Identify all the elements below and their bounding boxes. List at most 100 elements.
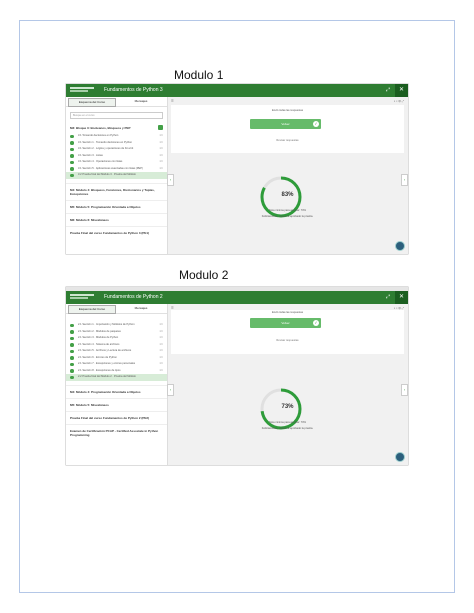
module-list-item[interactable]: Examen de Certificación PCAP - Certified… <box>66 423 167 441</box>
lesson-label: 3.1 Sección 3 · Listas <box>78 153 103 157</box>
prev-arrow[interactable]: ‹ <box>167 174 174 186</box>
back-button-label: Volver <box>281 321 290 325</box>
module-list: M4: Módulo 4: Bloqueos, Funciones, Dicci… <box>66 182 167 239</box>
completed-check-icon <box>70 167 74 171</box>
completed-check-icon <box>70 154 74 158</box>
lesson-label: 2.1 Sección 2 · Módulos de paquetes <box>78 329 121 333</box>
completed-check-icon <box>70 362 74 366</box>
fullscreen-icon[interactable]: ⤢ <box>386 87 390 93</box>
completed-check-icon <box>70 349 74 353</box>
lesson-label: 3.2 Prueba final del Módulo 3 · Prueba d… <box>78 173 136 176</box>
score-percent: 73% <box>281 404 294 410</box>
lesson-label: 2.1 Sección 5 · Archivos y Lectura de ar… <box>78 349 132 352</box>
lesson-label: 3.1 Tomando decisiones en Python <box>78 134 119 137</box>
module-list-item[interactable]: Prueba Final del curso Fundamentos de Py… <box>66 410 167 424</box>
review-answers-link[interactable]: Revisar respuestas <box>171 139 404 142</box>
completed-check-icon <box>70 375 74 379</box>
completed-check-icon <box>70 141 74 145</box>
course-sidebar: Esquema del Curso Mensajes Busque en el … <box>66 97 168 254</box>
menu-icon[interactable]: ☰ <box>171 99 174 103</box>
next-arrow[interactable]: › <box>401 384 408 396</box>
completed-check-icon <box>70 147 74 151</box>
module-2-title: Modulo 2 <box>179 268 229 282</box>
module-2-screenshot: Fundamentos de Python 2 ⤢ ✕ Esquema del … <box>66 287 408 465</box>
module-list: M4: Módulo 4: Programación Orientada a O… <box>66 384 167 441</box>
section-heading[interactable]: M3: Bloque 3: Booleanos, Bloqueos y PEP <box>66 123 167 133</box>
check-icon: ✓ <box>313 320 319 326</box>
lesson-label: 2.1 Sección 3 · Módulos de Python <box>78 336 119 339</box>
tab-messages[interactable]: Mensajes <box>118 98 164 105</box>
section-heading-label: M3: Bloque 3: Booleanos, Bloqueos y PEP <box>70 126 131 130</box>
tab-course-outline[interactable]: Esquema del Curso <box>68 98 116 107</box>
quiz-panel: ☰ ▪ ⌕ ⚙ ⤢ Envió todas las respuestas Vol… <box>167 304 408 465</box>
chat-avatar-icon[interactable] <box>395 241 405 251</box>
lesson-label: 2.1 Sección 8 · Excepciones de tipos <box>78 368 121 372</box>
lesson-label: 2.1 Sección 7 · Excepciones y errores pe… <box>78 362 136 365</box>
completed-check-icon <box>70 323 74 327</box>
course-sidebar: Esquema del Curso Mensajes 2.1 Sección 1… <box>66 304 168 465</box>
completed-check-icon <box>70 336 74 340</box>
lesson-label: 2.1 Sección 6 · Errores de Python <box>78 355 117 359</box>
pass-threshold: Nota mínima para aprobar: 70% <box>269 421 306 424</box>
lesson-label: 3.1 Sección 4 · Operaciones con listas <box>78 160 123 163</box>
quiz-panel: ☰ ▪ ⌕ ⚙ ⤢ Envió todas las respuestas Vol… <box>167 97 408 254</box>
sidebar-tabs: Esquema del Curso Mensajes <box>66 304 167 314</box>
lesson-label: 3.1 Sección 1 · Tomando decisiones en Py… <box>78 140 133 144</box>
close-button[interactable]: ✕ <box>395 84 408 97</box>
lesson-label: 2.1 Sección 4 · Sistema de archivos <box>78 342 120 346</box>
back-button[interactable]: Volver ✓ <box>250 318 321 328</box>
module-list-item[interactable]: M6: Módulo 6: Misceláneos <box>66 212 167 226</box>
completed-check-icon <box>70 343 74 347</box>
result-message: Felicitaciones, Usted ha aprobado la pru… <box>261 427 314 430</box>
chat-avatar-icon[interactable] <box>395 452 405 462</box>
module-list-item[interactable]: M5: Módulo 5: Programación Orientada a O… <box>66 199 167 213</box>
course-title: Fundamentos de Python 2 <box>104 294 163 300</box>
back-button-label: Volver <box>281 122 290 126</box>
completed-check-icon <box>70 369 74 373</box>
lesson-label: 2.1 Sección 1 · Importación y Módulos de… <box>78 323 135 326</box>
question-text: Envió todas las respuestas <box>272 311 303 314</box>
module-list-item[interactable]: M5: Módulo 5: Misceláneos <box>66 397 167 411</box>
completed-check-icon <box>70 160 74 164</box>
module-1-title: Modulo 1 <box>174 68 224 82</box>
lesson-list: 2.1 Sección 1 · Importación y Módulos de… <box>66 322 167 381</box>
back-button[interactable]: Volver ✓ <box>250 119 321 129</box>
course-topbar: Fundamentos de Python 3 ⤢ ✕ <box>66 84 408 97</box>
lesson-label: 3.1 Sección 2 · Lógica y operaciones de … <box>78 147 134 150</box>
sidebar-tabs: Esquema del Curso Mensajes <box>66 97 167 107</box>
fullscreen-icon[interactable]: ⤢ <box>386 294 390 300</box>
course-title: Fundamentos de Python 3 <box>104 87 163 93</box>
completed-check-icon <box>70 134 74 138</box>
lesson-item[interactable]: 2.2 Prueba final del Módulo 2 · Prueba d… <box>66 374 167 381</box>
quiz-summary-card: Envió todas las respuestas Volver ✓ Revi… <box>171 310 404 354</box>
cisco-logo <box>70 87 96 94</box>
module-1-screenshot: Fundamentos de Python 3 ⤢ ✕ Esquema del … <box>66 84 408 254</box>
result-message: Felicitaciones, Usted ha aprobado la pru… <box>261 215 314 218</box>
search-input[interactable]: Busque en el curso <box>70 112 163 119</box>
quiz-summary-card: Envió todas las respuestas Volver ✓ Revi… <box>171 105 404 153</box>
check-icon: ✓ <box>313 121 319 127</box>
completed-check-icon <box>70 173 74 177</box>
completed-check-icon <box>70 330 74 334</box>
module-list-item[interactable]: M4: Módulo 4: Programación Orientada a O… <box>66 384 167 398</box>
close-button[interactable]: ✕ <box>395 291 408 304</box>
question-text: Envió todas las respuestas <box>272 109 303 112</box>
course-topbar: Fundamentos de Python 2 ⤢ ✕ <box>66 291 408 304</box>
score-percent: 83% <box>281 192 294 198</box>
module-list-item[interactable]: Prueba Final del curso Fundamentos de Py… <box>66 225 167 239</box>
review-answers-link[interactable]: Revisar respuestas <box>171 339 404 342</box>
tab-messages[interactable]: Mensajes <box>118 305 164 312</box>
module-list-item[interactable]: M4: Módulo 4: Bloqueos, Funciones, Dicci… <box>66 182 167 200</box>
completed-check-icon <box>70 356 74 360</box>
pass-threshold: Nota mínima para aprobar: 70% <box>269 209 306 212</box>
tab-course-outline[interactable]: Esquema del Curso <box>68 305 116 314</box>
next-arrow[interactable]: › <box>401 174 408 186</box>
lesson-label: 3.1 Sección 5 · Aplicaciones avanzadas c… <box>78 166 143 170</box>
toolbar-icons[interactable]: ▪ ⌕ ⚙ ⤢ <box>394 99 404 103</box>
lesson-item[interactable]: 3.2 Prueba final del Módulo 3 · Prueba d… <box>66 172 167 179</box>
lesson-label: 2.2 Prueba final del Módulo 2 · Prueba d… <box>78 375 136 378</box>
cisco-logo <box>70 294 96 301</box>
check-icon <box>158 125 163 130</box>
lesson-list: 3.1 Tomando decisiones en Python 1 h 3.1 S… <box>66 133 167 179</box>
prev-arrow[interactable]: ‹ <box>167 384 174 396</box>
